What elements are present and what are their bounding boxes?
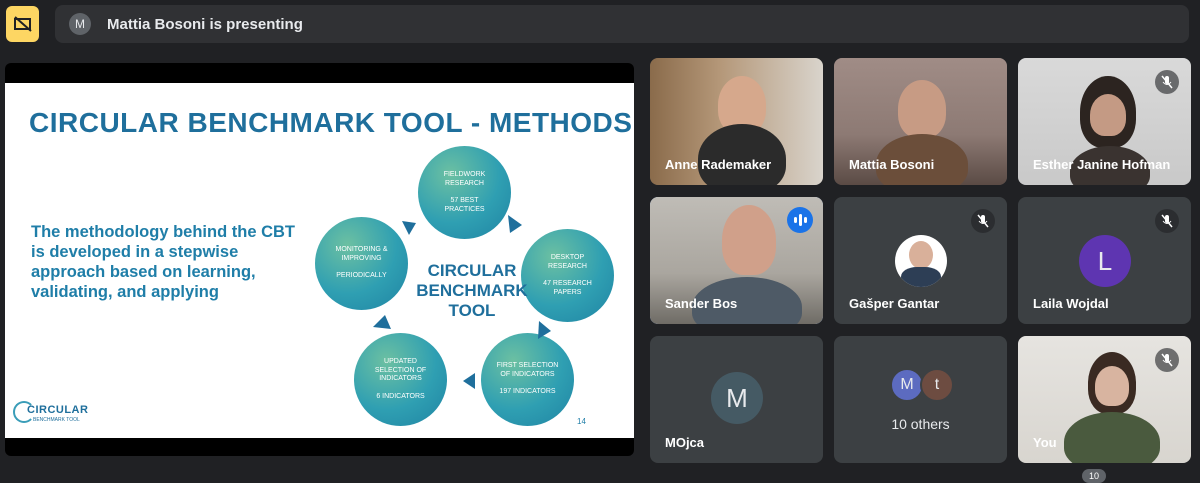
arrow-right-down: [508, 215, 522, 233]
participant-name: Mattia Bosoni: [849, 157, 935, 172]
presenter-avatar: M: [69, 13, 91, 35]
participant-name: Gašper Gantar: [849, 296, 940, 311]
participant-tile[interactable]: Gašper Gantar: [834, 197, 1007, 324]
participant-name: Anne Rademaker: [665, 157, 772, 172]
slide: CIRCULAR BENCHMARK TOOL - METHODS The me…: [5, 83, 634, 438]
presentation-off-icon: [13, 16, 32, 32]
participant-name: Esther Janine Hofman: [1033, 157, 1171, 172]
mic-off-icon: [1155, 70, 1179, 94]
presentation-stage[interactable]: CIRCULAR BENCHMARK TOOL - METHODS The me…: [5, 63, 634, 456]
participant-name: Laila Wojdal: [1033, 296, 1109, 311]
participant-tile-active-speaker[interactable]: Sander Bos: [650, 197, 823, 324]
logo-text: CIRCULAR: [27, 404, 89, 416]
participant-tile[interactable]: M MOjca: [650, 336, 823, 463]
mic-off-icon: [1155, 209, 1179, 233]
others-avatar: t: [920, 368, 954, 402]
participant-tile[interactable]: L Laila Wojdal: [1018, 197, 1191, 324]
mic-off-icon: [971, 209, 995, 233]
others-tile[interactable]: M t 10 others: [834, 336, 1007, 463]
presenting-text: Mattia Bosoni is presenting: [107, 15, 303, 33]
logo-subtext: BENCHMARK TOOL: [33, 417, 80, 423]
participant-avatar: L: [1079, 235, 1131, 287]
participant-name: MOjca: [665, 435, 705, 450]
participant-tile[interactable]: Anne Rademaker: [650, 58, 823, 185]
mic-off-icon: [1155, 348, 1179, 372]
top-bar: M Mattia Bosoni is presenting: [0, 0, 1200, 48]
participant-avatar: M: [711, 372, 763, 424]
arrow-down-right: [538, 321, 551, 339]
participant-tile[interactable]: Esther Janine Hofman: [1018, 58, 1191, 185]
participant-name: Sander Bos: [665, 296, 738, 311]
participant-tile[interactable]: Mattia Bosoni: [834, 58, 1007, 185]
arrow-left: [463, 373, 475, 389]
arrow-up-left: [373, 315, 391, 329]
participant-name: You: [1033, 435, 1057, 450]
cycle-arrows: [373, 215, 551, 389]
participant-count-badge: 10: [1082, 469, 1106, 483]
speaking-indicator-icon: [787, 207, 813, 233]
circular-logo: CIRCULAR BENCHMARK TOOL: [13, 401, 93, 427]
arrow-right-up: [402, 221, 416, 235]
participant-photo: [895, 235, 947, 287]
slide-page-number: 14: [577, 417, 586, 426]
self-tile[interactable]: You: [1018, 336, 1191, 463]
others-count: 10 others: [891, 416, 950, 432]
others-avatar: M: [890, 368, 924, 402]
others-avatars: M t: [890, 368, 954, 402]
stop-presenting-button[interactable]: [6, 6, 39, 42]
presenting-banner: M Mattia Bosoni is presenting: [55, 5, 1189, 43]
